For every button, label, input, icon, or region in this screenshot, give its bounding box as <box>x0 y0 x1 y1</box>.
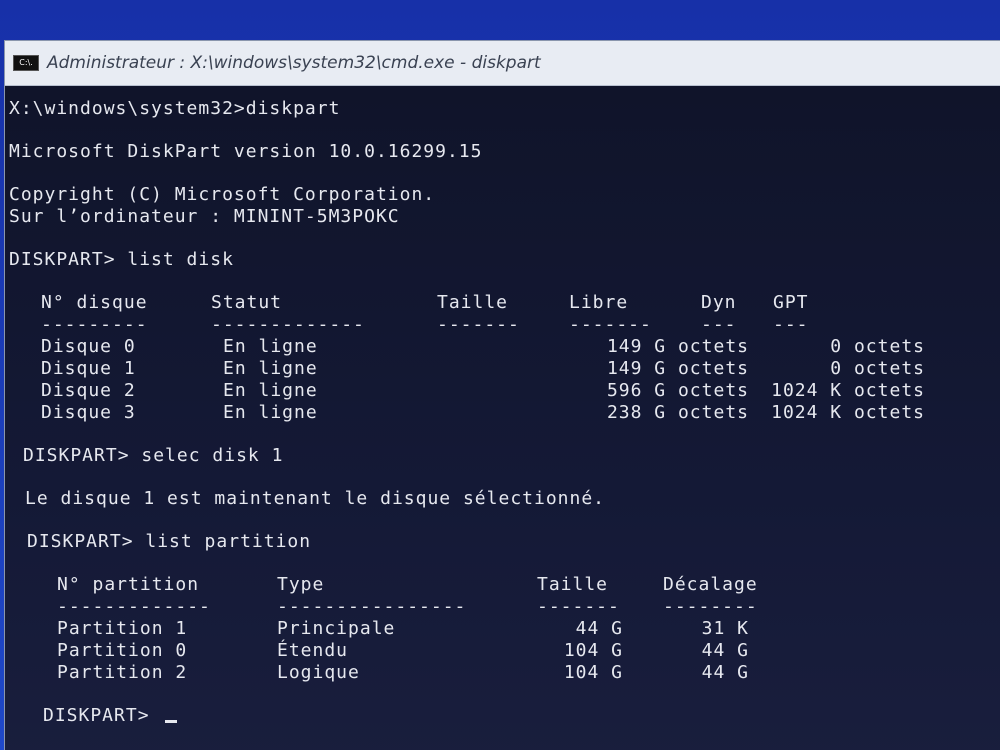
disk-separator: --- <box>701 314 737 335</box>
cmd-window[interactable]: C:\. Administrateur : X:\windows\system3… <box>4 40 1000 750</box>
disk-separator: ------- <box>569 314 652 335</box>
disk-status: En ligne <box>223 402 318 423</box>
partition-number: Partition 0 <box>57 640 188 661</box>
partition-table-row: Partition 1 Principale 44 G 31 K <box>57 618 1000 640</box>
partition-size: 104 G <box>563 640 623 661</box>
partition-type: Étendu <box>277 640 349 661</box>
title-bar[interactable]: C:\. Administrateur : X:\windows\system3… <box>5 41 1000 86</box>
disk-table-row: Disque 2 En ligne 596 G octets 1024 K oc… <box>41 380 1000 402</box>
partition-separator: ---------------- <box>277 596 467 617</box>
partition-table-row: Partition 0 Étendu 104 G 44 G <box>57 640 1000 662</box>
partition-header-offset: Décalage <box>663 574 758 595</box>
disk-table-row: Disque 1 En ligne 149 G octets 0 octets <box>41 358 1000 380</box>
partition-number: Partition 2 <box>57 662 188 683</box>
partition-number: Partition 1 <box>57 618 188 639</box>
console-line-copyright: Copyright (C) Microsoft Corporation. <box>9 184 436 205</box>
cmd-window-icon[interactable]: C:\. <box>13 55 39 71</box>
disk-free: 1024 K octets <box>771 402 925 423</box>
partition-offset: 31 K <box>701 618 749 639</box>
partition-table-separator: ------------- ---------------- ------- -… <box>57 596 1000 618</box>
disk-separator: ------------- <box>211 314 365 335</box>
partition-header-number: N° partition <box>57 574 200 595</box>
partition-header-type: Type <box>277 574 325 595</box>
disk-header-status: Statut <box>211 292 283 313</box>
partition-table-header: N° partition Type Taille Décalage <box>57 574 1000 596</box>
partition-separator: ------- <box>537 596 620 617</box>
disk-table-row: Disque 0 En ligne 149 G octets 0 octets <box>41 336 1000 358</box>
console-output[interactable]: X:\windows\system32>diskpart Microsoft D… <box>5 86 1000 750</box>
disk-number: Disque 3 <box>41 402 136 423</box>
console-line-list-disk-command: DISKPART> list disk <box>9 249 234 270</box>
disk-size: 149 G octets <box>606 336 749 357</box>
disk-size: 149 G octets <box>606 358 749 379</box>
disk-separator: --- <box>773 314 809 335</box>
disk-number: Disque 2 <box>41 380 136 401</box>
partition-table-row: Partition 2 Logique 104 G 44 G <box>57 662 1000 684</box>
partition-separator: -------- <box>663 596 758 617</box>
disk-number: Disque 0 <box>41 336 136 357</box>
disk-header-size: Taille <box>437 292 509 313</box>
partition-separator: ------------- <box>57 596 211 617</box>
console-prompt-line[interactable]: DISKPART> <box>9 705 1000 727</box>
partition-offset: 44 G <box>701 662 749 683</box>
disk-status: En ligne <box>223 336 318 357</box>
partition-type: Principale <box>277 618 396 639</box>
disk-header-number: N° disque <box>41 292 148 313</box>
disk-header-dyn: Dyn <box>701 292 737 313</box>
console-line-computer-name: Sur l’ordinateur : MININT-5M3POKC <box>9 206 400 227</box>
partition-header-size: Taille <box>537 574 609 595</box>
console-line-selected-message: Le disque 1 est maintenant le disque sél… <box>25 488 606 509</box>
partition-type: Logique <box>277 662 360 683</box>
console-line-version: Microsoft DiskPart version 10.0.16299.15 <box>9 141 483 162</box>
disk-table-row: Disque 3 En ligne 238 G octets 1024 K oc… <box>41 402 1000 424</box>
disk-number: Disque 1 <box>41 358 136 379</box>
disk-free: 0 octets <box>830 358 925 379</box>
disk-status: En ligne <box>223 380 318 401</box>
disk-separator: --------- <box>41 314 148 335</box>
disk-table-header: N° disque Statut Taille Libre Dyn GPT <box>41 292 1000 314</box>
disk-table: N° disque Statut Taille Libre Dyn GPT --… <box>9 292 1000 424</box>
console-line-list-partition-command: DISKPART> list partition <box>27 531 312 552</box>
disk-status: En ligne <box>223 358 318 379</box>
window-title: Administrateur : X:\windows\system32\cmd… <box>47 53 541 73</box>
disk-size: 238 G octets <box>606 402 749 423</box>
disk-free: 1024 K octets <box>771 380 925 401</box>
console-line-select-disk-command: DISKPART> selec disk 1 <box>23 445 284 466</box>
disk-table-separator: --------- ------------- ------- ------- … <box>41 314 1000 336</box>
partition-size: 104 G <box>563 662 623 683</box>
text-cursor <box>165 720 178 723</box>
disk-header-gpt: GPT <box>773 292 809 313</box>
disk-free: 0 octets <box>830 336 925 357</box>
partition-size: 44 G <box>575 618 623 639</box>
partition-offset: 44 G <box>701 640 749 661</box>
disk-separator: ------- <box>437 314 520 335</box>
disk-header-free: Libre <box>569 292 629 313</box>
console-line-diskpart-command: X:\windows\system32>diskpart <box>9 98 341 119</box>
console-prompt: DISKPART> <box>43 705 162 726</box>
disk-size: 596 G octets <box>606 380 749 401</box>
desktop-background: C:\. Administrateur : X:\windows\system3… <box>0 0 1000 750</box>
partition-table: N° partition Type Taille Décalage ------… <box>9 574 1000 684</box>
